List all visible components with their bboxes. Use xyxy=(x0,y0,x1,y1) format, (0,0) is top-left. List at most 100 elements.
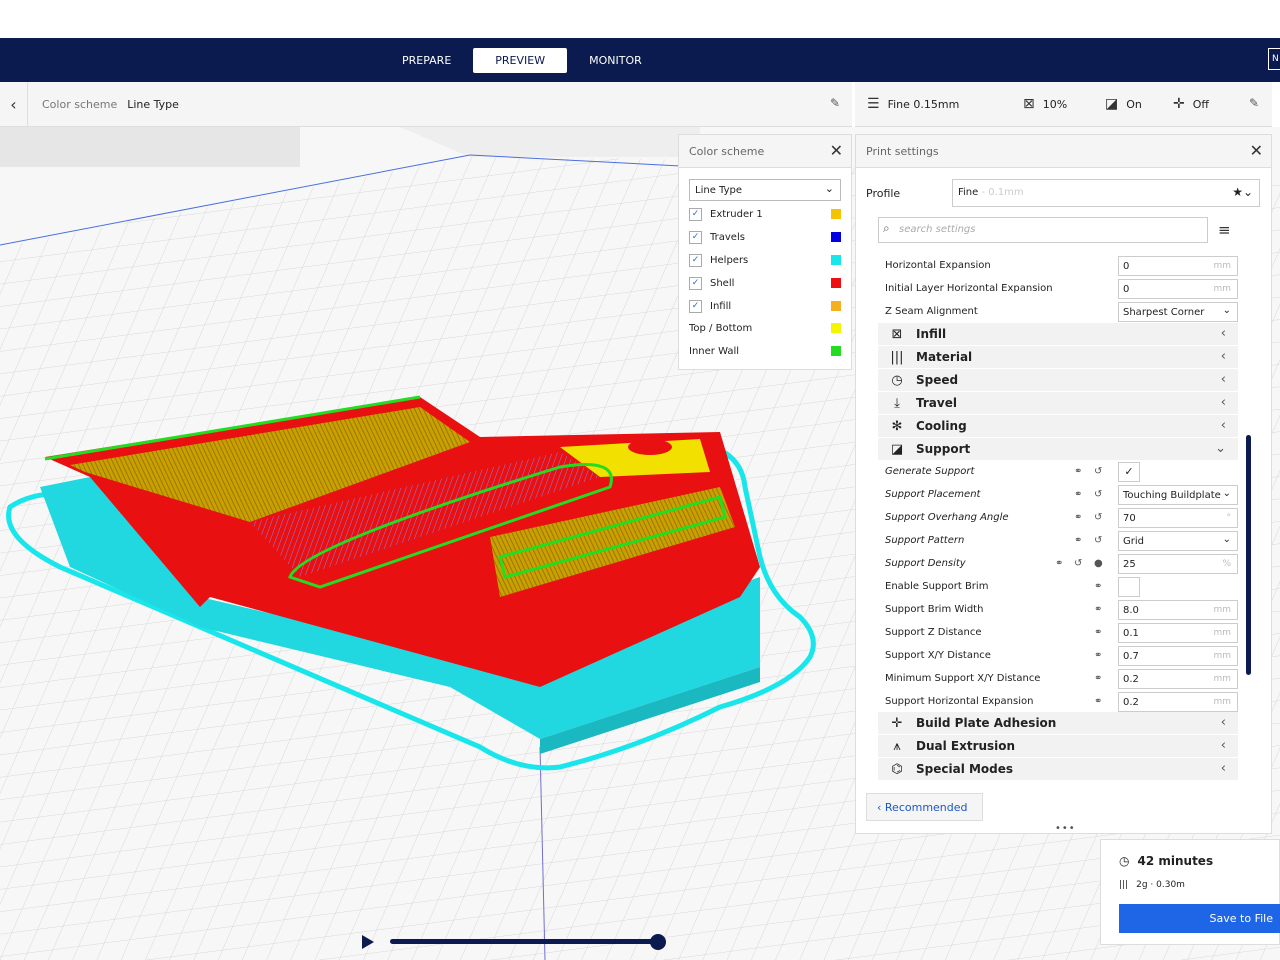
settings-scrollbar[interactable] xyxy=(1246,435,1251,675)
info-icon[interactable]: ● xyxy=(1094,558,1103,569)
field-value: 0.1 xyxy=(1123,627,1139,639)
save-to-file-button[interactable]: Save to File xyxy=(1119,904,1280,933)
cooling-icon: ✻ xyxy=(891,418,903,434)
color-scheme-bar[interactable]: ‹ Color scheme Line Type ✎ xyxy=(0,81,852,127)
link-icon[interactable]: ⚭ xyxy=(1094,581,1102,592)
reset-icon[interactable]: ↺ xyxy=(1094,466,1102,477)
link-icon[interactable]: ⚭ xyxy=(1074,466,1082,477)
legend-item-shell[interactable]: ✓ Shell xyxy=(689,274,845,292)
resize-handle-icon[interactable]: ••• xyxy=(1055,823,1076,834)
play-icon[interactable] xyxy=(362,935,374,949)
support-icon: ◪ xyxy=(890,441,904,457)
category-support[interactable]: ◪ Support ⌄ xyxy=(878,438,1238,460)
setting-label: Horizontal Expansion xyxy=(885,260,991,271)
layer-slider-handle[interactable] xyxy=(650,934,666,950)
reset-icon[interactable]: ↺ xyxy=(1094,535,1102,546)
settings-menu-icon[interactable]: ≡ xyxy=(1218,221,1231,239)
layer-height-icon: ☰ xyxy=(867,96,880,112)
color-scheme-select[interactable]: Line Type ⌄ xyxy=(689,179,841,201)
category-travel[interactable]: ⤓ Travel ‹ xyxy=(878,392,1238,414)
header-corner-button[interactable]: N xyxy=(1268,48,1280,70)
checkbox[interactable]: ✓ xyxy=(689,299,702,313)
setting-field[interactable]: 8.0 mm xyxy=(1118,599,1238,620)
setting-field[interactable]: 25% xyxy=(1118,553,1238,574)
setting-dropdown[interactable]: Grid ⌄ xyxy=(1118,530,1238,551)
link-icon[interactable]: ⚭ xyxy=(1094,673,1102,684)
chevron-down-icon: ⌄ xyxy=(824,182,834,195)
setting-checkbox[interactable] xyxy=(1118,576,1140,597)
color-swatch xyxy=(831,278,841,288)
legend-item-inner-wall: Inner Wall xyxy=(689,342,845,360)
link-icon[interactable]: ⚭ xyxy=(1055,558,1063,569)
category-dual-extrusion[interactable]: ⩚ Dual Extrusion ‹ xyxy=(878,735,1238,757)
category-cooling[interactable]: ✻ Cooling ‹ xyxy=(878,415,1238,437)
setting-field[interactable]: 0 mm xyxy=(1118,255,1238,276)
category-material[interactable]: ||| Material ‹ xyxy=(878,346,1238,368)
setting-checkbox[interactable]: ✓ xyxy=(1118,461,1140,482)
link-icon[interactable]: ⚭ xyxy=(1094,650,1102,661)
special-modes-icon: ⌬ xyxy=(891,761,903,777)
setting-field[interactable]: 70 ° xyxy=(1118,507,1238,528)
checkbox[interactable]: ✓ xyxy=(689,253,702,267)
legend-item-helpers[interactable]: ✓ Helpers xyxy=(689,251,845,269)
category-infill[interactable]: ⊠ Infill ‹ xyxy=(878,323,1238,345)
print-setup-bar[interactable]: ☰ Fine 0.15mm ⊠ 10% ◪ On ✛ Off ✎ xyxy=(855,82,1272,127)
link-icon[interactable]: ⚭ xyxy=(1074,512,1082,523)
setting-field[interactable]: 0.2 mm xyxy=(1118,691,1238,712)
print-estimate-panel: ◷ 42 minutes ||| 2g · 0.30m Save to File xyxy=(1100,839,1280,945)
tab-preview[interactable]: PREVIEW xyxy=(473,48,568,73)
reset-icon[interactable]: ↺ xyxy=(1074,558,1082,569)
legend-label: Helpers xyxy=(710,254,749,266)
tab-prepare[interactable]: PREPARE xyxy=(380,48,473,73)
legend-item-infill[interactable]: ✓ Infill xyxy=(689,297,845,315)
link-icon[interactable]: ⚭ xyxy=(1094,627,1102,638)
setting-field[interactable]: 0.2 mm xyxy=(1118,668,1238,689)
close-icon[interactable]: ✕ xyxy=(830,141,843,160)
chevron-down-icon: ⌄ xyxy=(1222,487,1231,499)
setting-dropdown[interactable]: Sharpest Corner ⌄ xyxy=(1118,301,1238,322)
edit-pencil-icon[interactable]: ✎ xyxy=(830,96,840,110)
legend-label: Top / Bottom xyxy=(689,322,753,334)
legend-item-travels[interactable]: ✓ Travels xyxy=(689,228,845,246)
infill-icon: ⊠ xyxy=(891,326,903,342)
profile-sub: - 0.1mm xyxy=(978,187,1024,198)
field-value: 70 xyxy=(1123,512,1136,524)
layer-slider-track[interactable] xyxy=(390,939,658,944)
reset-icon[interactable]: ↺ xyxy=(1094,489,1102,500)
checkbox[interactable]: ✓ xyxy=(689,276,702,290)
close-icon[interactable]: ✕ xyxy=(1250,141,1263,160)
collapse-chevron-icon[interactable]: ‹ xyxy=(0,81,28,127)
adhesion-summary: ✛ Off xyxy=(1173,96,1209,112)
print-time: ◷ 42 minutes xyxy=(1119,854,1213,868)
search-settings-input[interactable]: ⌕ search settings xyxy=(878,217,1208,243)
setting-label: Support Overhang Angle xyxy=(885,512,1009,523)
checkbox[interactable]: ✓ xyxy=(689,230,702,244)
link-icon[interactable]: ⚭ xyxy=(1074,535,1082,546)
recommended-button[interactable]: ‹ Recommended xyxy=(866,793,983,821)
category-label: Infill xyxy=(916,327,947,341)
link-icon[interactable]: ⚭ xyxy=(1074,489,1082,500)
support-icon: ◪ xyxy=(1105,96,1119,112)
color-swatch xyxy=(831,323,841,333)
field-unit: mm xyxy=(1213,696,1231,707)
legend-item-top-bottom: Top / Bottom xyxy=(689,319,845,337)
field-value: Sharpest Corner xyxy=(1123,306,1205,318)
setting-dropdown[interactable]: Touching Buildplate ⌄ xyxy=(1118,484,1238,505)
category-speed[interactable]: ◷ Speed ‹ xyxy=(878,369,1238,391)
adhesion-summary-text: Off xyxy=(1192,97,1209,111)
setting-field[interactable]: 0.1 mm xyxy=(1118,622,1238,643)
setting-field[interactable]: 0 mm xyxy=(1118,278,1238,299)
reset-icon[interactable]: ↺ xyxy=(1094,512,1102,523)
category-special-modes[interactable]: ⌬ Special Modes ‹ xyxy=(878,758,1238,780)
checkbox[interactable]: ✓ xyxy=(689,207,702,221)
dual-extrusion-icon: ⩚ xyxy=(893,738,901,754)
category-build-plate-adhesion[interactable]: ✛ Build Plate Adhesion ‹ xyxy=(878,712,1238,734)
link-icon[interactable]: ⚭ xyxy=(1094,696,1102,707)
legend-item-extruder-1[interactable]: ✓ Extruder 1 xyxy=(689,205,845,223)
color-swatch xyxy=(831,232,841,242)
link-icon[interactable]: ⚭ xyxy=(1094,604,1102,615)
profile-select[interactable]: Fine - 0.1mm ★⌄ xyxy=(952,179,1260,207)
setting-field[interactable]: 0.7 mm xyxy=(1118,645,1238,666)
edit-print-settings-icon[interactable]: ✎ xyxy=(1249,96,1259,110)
tab-monitor[interactable]: MONITOR xyxy=(567,48,664,73)
